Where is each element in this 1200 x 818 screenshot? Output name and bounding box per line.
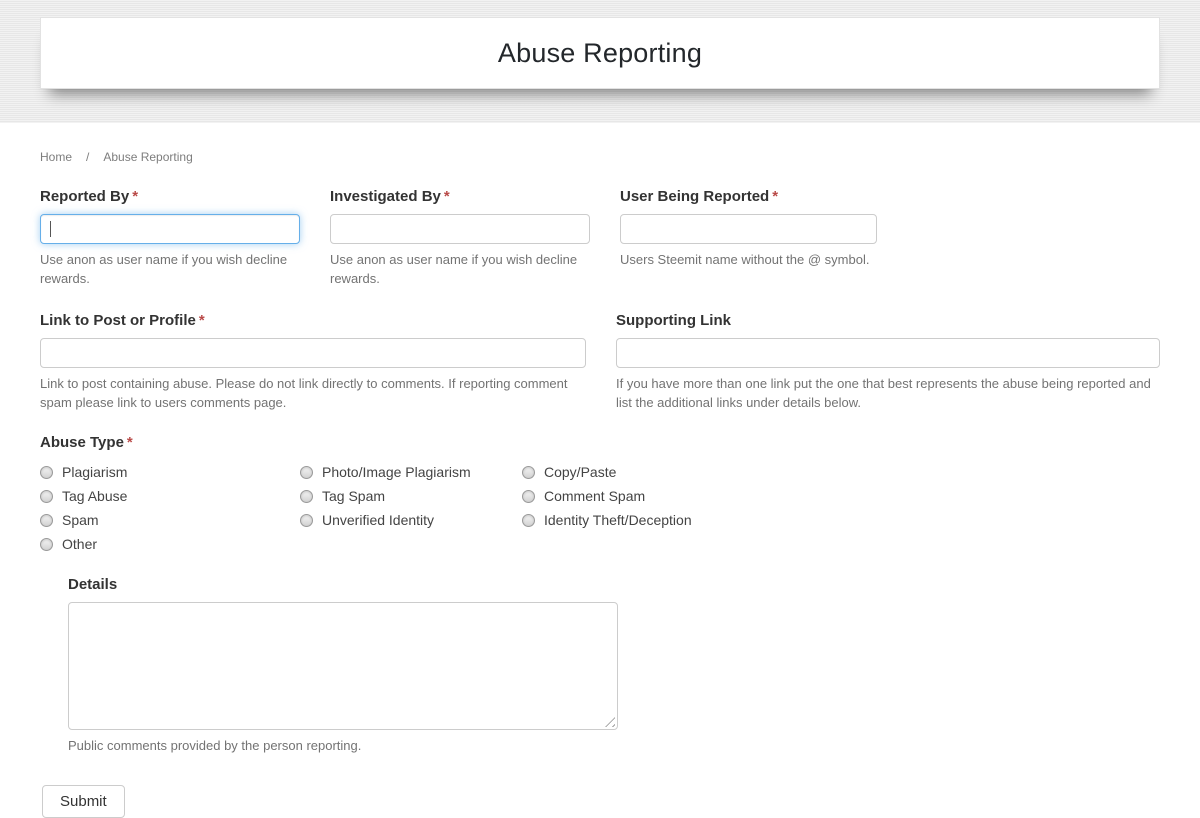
- user-being-reported-label: User Being Reported *: [620, 188, 877, 205]
- details-label: Details: [68, 576, 1160, 593]
- radio-button[interactable]: [300, 489, 313, 503]
- field-reported-by: Reported By * Use anon as user name if yo…: [40, 188, 300, 288]
- radio-label[interactable]: Photo/Image Plagiarism: [322, 464, 471, 480]
- radio-option-identity-theft-deception[interactable]: Identity Theft/Deception: [522, 508, 692, 532]
- details-help: Public comments provided by the person r…: [68, 738, 362, 753]
- investigated-by-label-text: Investigated By: [330, 188, 441, 205]
- reported-by-input-wrap: [40, 214, 300, 244]
- radio-option-unverified-identity[interactable]: Unverified Identity: [300, 508, 522, 532]
- breadcrumb-home-link[interactable]: Home: [40, 150, 72, 164]
- supporting-link-input[interactable]: [616, 338, 1160, 368]
- radio-label[interactable]: Unverified Identity: [322, 512, 434, 528]
- radio-button[interactable]: [40, 537, 53, 551]
- abuse-type-column-3: Copy/Paste Comment Spam Identity Theft/D…: [522, 460, 692, 556]
- main-content: Home / Abuse Reporting Reported By * Use …: [0, 123, 1200, 818]
- radio-button[interactable]: [522, 513, 535, 527]
- required-asterisk: *: [126, 434, 133, 451]
- radio-label[interactable]: Other: [62, 536, 97, 552]
- breadcrumb-separator: /: [86, 150, 90, 164]
- user-fields-row: Reported By * Use anon as user name if yo…: [40, 188, 1160, 288]
- supporting-link-help: If you have more than one link put the o…: [616, 376, 1151, 410]
- details-section: Details Public comments provided by the …: [68, 576, 1160, 755]
- radio-button[interactable]: [522, 489, 535, 503]
- user-being-reported-input[interactable]: [620, 214, 877, 244]
- reported-by-help: Use anon as user name if you wish declin…: [40, 252, 288, 286]
- radio-option-spam[interactable]: Spam: [40, 508, 300, 532]
- radio-option-tag-abuse[interactable]: Tag Abuse: [40, 484, 300, 508]
- reported-by-label: Reported By *: [40, 188, 300, 205]
- radio-option-plagiarism[interactable]: Plagiarism: [40, 460, 300, 484]
- radio-button[interactable]: [40, 513, 53, 527]
- radio-option-comment-spam[interactable]: Comment Spam: [522, 484, 692, 508]
- breadcrumb: Home / Abuse Reporting: [40, 150, 1160, 164]
- investigated-by-input[interactable]: [330, 214, 590, 244]
- user-being-reported-help: Users Steemit name without the @ symbol.: [620, 252, 870, 267]
- field-supporting-link: Supporting Link If you have more than on…: [616, 312, 1160, 412]
- link-to-post-input-wrap: [40, 338, 586, 368]
- link-to-post-label-text: Link to Post or Profile: [40, 312, 196, 329]
- supporting-link-input-wrap: [616, 338, 1160, 368]
- link-to-post-input[interactable]: [40, 338, 586, 368]
- reported-by-label-text: Reported By: [40, 188, 130, 205]
- field-link-to-post: Link to Post or Profile * Link to post co…: [40, 312, 586, 412]
- radio-label[interactable]: Copy/Paste: [544, 464, 616, 480]
- required-asterisk: *: [198, 312, 205, 329]
- text-cursor: [50, 221, 51, 237]
- link-fields-row: Link to Post or Profile * Link to post co…: [40, 312, 1160, 412]
- field-investigated-by: Investigated By * Use anon as user name i…: [330, 188, 590, 288]
- user-being-reported-input-wrap: [620, 214, 877, 244]
- user-being-reported-label-text: User Being Reported: [620, 188, 770, 205]
- header-band: Abuse Reporting: [0, 0, 1200, 123]
- investigated-by-help: Use anon as user name if you wish declin…: [330, 252, 578, 286]
- radio-button[interactable]: [300, 465, 313, 479]
- investigated-by-label: Investigated By *: [330, 188, 590, 205]
- reported-by-input[interactable]: [40, 214, 300, 244]
- link-to-post-help: Link to post containing abuse. Please do…: [40, 376, 568, 410]
- field-user-being-reported: User Being Reported * Users Steemit name …: [620, 188, 877, 288]
- abuse-type-section: Abuse Type * Plagiarism Tag Abuse Spam Ot…: [40, 434, 1160, 556]
- details-label-text: Details: [68, 576, 118, 593]
- required-asterisk: *: [132, 188, 139, 205]
- radio-option-copy-paste[interactable]: Copy/Paste: [522, 460, 692, 484]
- radio-button[interactable]: [300, 513, 313, 527]
- radio-button[interactable]: [40, 489, 53, 503]
- required-asterisk: *: [772, 188, 779, 205]
- link-to-post-label: Link to Post or Profile *: [40, 312, 586, 329]
- radio-label[interactable]: Spam: [62, 512, 99, 528]
- investigated-by-input-wrap: [330, 214, 590, 244]
- radio-label[interactable]: Comment Spam: [544, 488, 645, 504]
- abuse-type-label-text: Abuse Type: [40, 434, 124, 451]
- submit-button[interactable]: Submit: [42, 785, 125, 818]
- abuse-type-column-1: Plagiarism Tag Abuse Spam Other: [40, 460, 300, 556]
- radio-button[interactable]: [40, 465, 53, 479]
- page-title: Abuse Reporting: [497, 37, 703, 68]
- radio-button[interactable]: [522, 465, 535, 479]
- details-textarea[interactable]: [68, 602, 618, 730]
- supporting-link-label-text: Supporting Link: [616, 312, 731, 329]
- radio-label[interactable]: Identity Theft/Deception: [544, 512, 692, 528]
- radio-label[interactable]: Tag Spam: [322, 488, 385, 504]
- radio-option-tag-spam[interactable]: Tag Spam: [300, 484, 522, 508]
- radio-option-photo-image-plagiarism[interactable]: Photo/Image Plagiarism: [300, 460, 522, 484]
- abuse-type-options: Plagiarism Tag Abuse Spam Other Photo/Im…: [40, 460, 1160, 556]
- breadcrumb-current: Abuse Reporting: [103, 150, 193, 164]
- required-asterisk: *: [443, 188, 450, 205]
- abuse-type-label: Abuse Type *: [40, 434, 1160, 451]
- abuse-type-column-2: Photo/Image Plagiarism Tag Spam Unverifi…: [300, 460, 522, 556]
- title-box: Abuse Reporting: [40, 17, 1160, 89]
- radio-label[interactable]: Plagiarism: [62, 464, 127, 480]
- radio-label[interactable]: Tag Abuse: [62, 488, 127, 504]
- supporting-link-label: Supporting Link: [616, 312, 1160, 329]
- radio-option-other[interactable]: Other: [40, 532, 300, 556]
- details-textarea-wrap: [68, 602, 618, 730]
- submit-row: Submit: [42, 785, 1160, 818]
